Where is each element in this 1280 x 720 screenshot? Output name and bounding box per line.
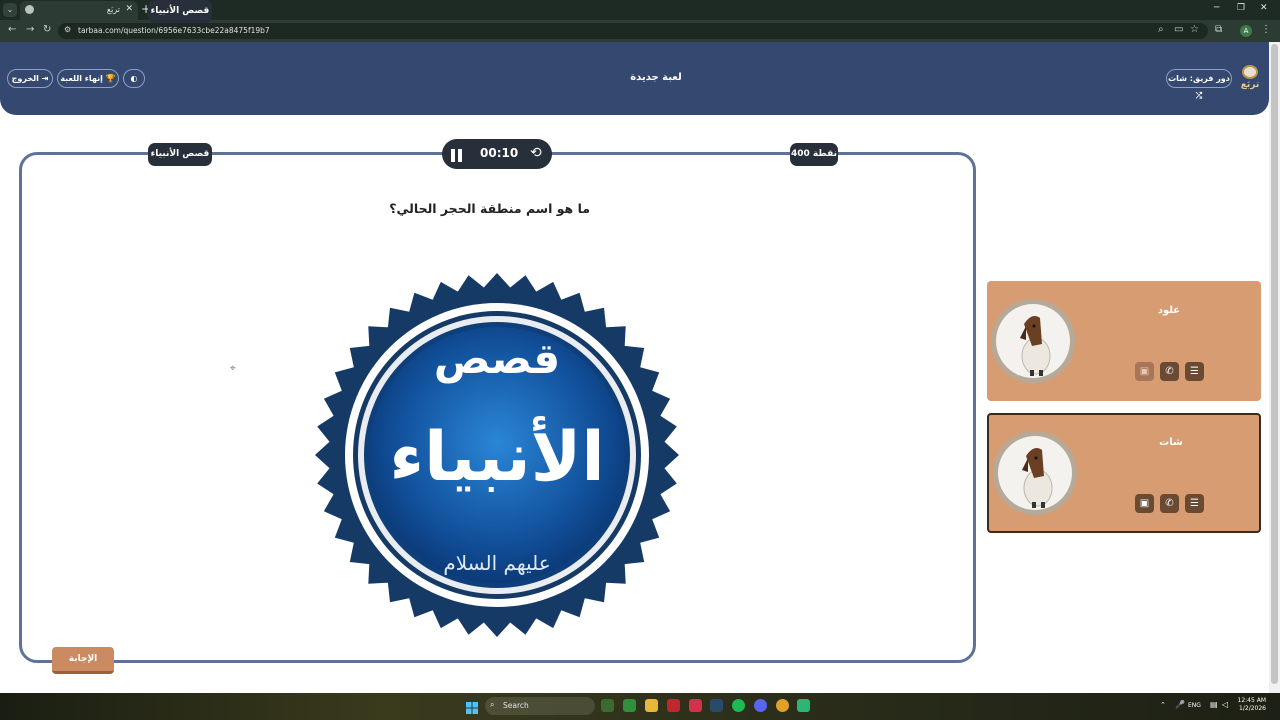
- palette-icon: ◐: [130, 74, 138, 83]
- restore-button[interactable]: ❐: [1237, 3, 1245, 13]
- timer-value: 00:10: [480, 146, 519, 160]
- windows-taskbar: [0, 693, 1280, 720]
- list-icon: ☰: [1190, 498, 1199, 509]
- team-avatar: [993, 431, 1077, 515]
- theme-toggle-button[interactable]: ◐: [123, 69, 145, 88]
- windows-logo-icon: [466, 702, 478, 714]
- chrome-icon[interactable]: [776, 699, 789, 712]
- start-button[interactable]: [466, 699, 478, 714]
- url-input[interactable]: tarbaa.com/question/6956e7633cbe22a8475f…: [58, 23, 1208, 39]
- badge-main-text: الأنبياء: [389, 415, 604, 497]
- pause-icon: [451, 149, 462, 162]
- reload-icon[interactable]: ↻: [43, 24, 51, 35]
- horse-mascot-icon: [1022, 448, 1053, 508]
- browser-tab[interactable]: تربَع ✕: [20, 1, 138, 20]
- camera-icon: ▣: [1139, 498, 1150, 509]
- end-game-label: إنهاء اللعبة: [60, 74, 103, 83]
- back-icon[interactable]: ←: [8, 24, 16, 35]
- bookmark-star-icon[interactable]: ☆: [1190, 24, 1199, 35]
- question-text: ما هو اسم منطقة الحجر الحالي؟: [389, 201, 590, 216]
- answer-button[interactable]: الإجابة: [52, 647, 114, 674]
- mouse-cursor-icon: ⌖: [230, 363, 236, 374]
- camera-button[interactable]: ▣: [1135, 362, 1154, 381]
- app-icon-red[interactable]: [689, 699, 702, 712]
- cast-icon[interactable]: ▭: [1174, 24, 1183, 35]
- discord-icon[interactable]: [754, 699, 767, 712]
- app-icon-green[interactable]: [797, 699, 810, 712]
- horse-mascot-icon: [1020, 316, 1051, 376]
- tab-close-icon[interactable]: ✕: [125, 4, 133, 14]
- search-icon: ⌕: [490, 700, 495, 709]
- logo[interactable]: تربَع: [1238, 65, 1262, 93]
- list-button[interactable]: ☰: [1185, 494, 1204, 513]
- spotify-icon[interactable]: [732, 699, 745, 712]
- tab-favicon-icon: [25, 5, 34, 14]
- tray-chevron-icon[interactable]: ⌃: [1160, 701, 1166, 709]
- badge-subtitle: عليهم السلام: [443, 551, 550, 575]
- history-icon: ⟲: [530, 145, 542, 161]
- wifi-icon[interactable]: ▤: [1210, 700, 1218, 709]
- points-badge: 400 نقطة: [790, 143, 838, 166]
- trophy-icon: 🏆: [105, 74, 116, 83]
- zoom-icon[interactable]: ⌕: [1158, 24, 1164, 35]
- nvidia-app-icon[interactable]: [601, 699, 614, 712]
- pause-button[interactable]: [450, 147, 463, 166]
- list-button[interactable]: ☰: [1185, 362, 1204, 381]
- exit-button[interactable]: الخروج ⇥: [7, 69, 53, 88]
- phone-icon: ✆: [1165, 498, 1174, 509]
- profile-avatar[interactable]: A: [1240, 25, 1252, 37]
- extensions-icon[interactable]: ⧉: [1215, 24, 1222, 35]
- category-badge: قصص الأنبياء: [148, 0, 212, 23]
- phone-icon: ✆: [1165, 366, 1174, 377]
- question-image: قصص الأنبياء عليهم السلام: [315, 273, 679, 637]
- taskbar-search[interactable]: Search: [485, 697, 595, 715]
- camera-button[interactable]: ▣: [1135, 494, 1154, 513]
- team-card-active: شات ▣ ✆ ☰: [987, 413, 1261, 533]
- call-button[interactable]: ✆: [1160, 362, 1179, 381]
- shuffle-icon: ⤮: [1195, 91, 1203, 100]
- taskbar-clock[interactable]: 12:45 AM 1/2/2026: [1232, 697, 1266, 713]
- xbox-app-icon[interactable]: [623, 699, 636, 712]
- close-window-button[interactable]: ✕: [1260, 3, 1268, 13]
- list-icon: ☰: [1190, 366, 1199, 377]
- exit-icon: ⇥: [41, 74, 49, 83]
- call-button[interactable]: ✆: [1160, 494, 1179, 513]
- team-name: شات: [1159, 437, 1183, 448]
- clock-time: 12:45 AM: [1237, 697, 1266, 704]
- badge-title: قصص: [434, 334, 560, 384]
- microphone-icon[interactable]: 🎤: [1175, 700, 1185, 709]
- logo-crest-icon: [1242, 65, 1258, 79]
- timer: 00:10 ⟲: [442, 139, 552, 169]
- volume-icon[interactable]: ◁: [1222, 700, 1228, 709]
- file-explorer-icon[interactable]: [645, 699, 658, 712]
- exit-label: الخروج: [11, 74, 39, 83]
- turn-label: دور فريق: شات: [1168, 74, 1230, 83]
- forward-icon[interactable]: →: [26, 24, 34, 35]
- team-avatar: [991, 299, 1075, 383]
- camera-icon: ▣: [1139, 366, 1150, 377]
- end-game-button[interactable]: إنهاء اللعبة 🏆: [57, 69, 119, 88]
- turn-indicator-button[interactable]: دور فريق: شات ⤮: [1166, 69, 1232, 100]
- browser-menu-icon[interactable]: ⋮: [1261, 24, 1271, 35]
- category-badge-bg: قصص الأنبياء: [148, 143, 212, 166]
- scrollbar-thumb[interactable]: [1271, 44, 1278, 684]
- opera-icon[interactable]: [667, 699, 680, 712]
- steam-icon[interactable]: [710, 699, 723, 712]
- clock-date: 1/2/2026: [1239, 705, 1266, 712]
- site-info-icon[interactable]: ⚙: [64, 25, 71, 34]
- team-name: علود: [1157, 305, 1181, 316]
- reset-timer-button[interactable]: ⟲: [530, 145, 542, 161]
- team-card: علود ▣ ✆ ☰: [987, 281, 1261, 401]
- minimize-button[interactable]: ─: [1214, 3, 1219, 13]
- tab-search-button[interactable]: ⌄: [3, 3, 17, 17]
- logo-text: تربَع: [1240, 80, 1260, 90]
- game-title: لعبة جديدة: [630, 72, 682, 83]
- language-indicator[interactable]: ENG: [1188, 702, 1201, 709]
- tab-title: تربَع: [106, 5, 120, 14]
